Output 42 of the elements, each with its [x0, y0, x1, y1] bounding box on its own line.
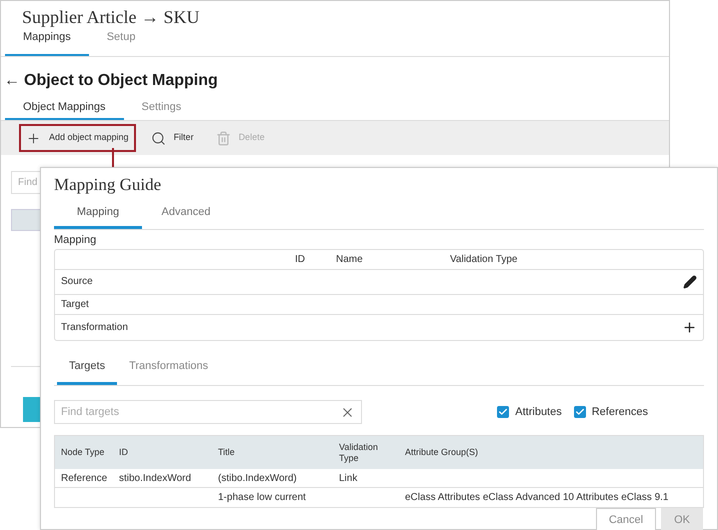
search-icon [150, 130, 166, 146]
table-cell: stibo.IndexWord [119, 472, 192, 484]
row-label: Source [61, 275, 93, 289]
plus-icon[interactable] [682, 320, 697, 334]
table-cell: Reference [61, 472, 108, 484]
checkbox[interactable] [497, 406, 510, 418]
cancel-button[interactable]: Cancel [596, 508, 656, 530]
checkbox[interactable] [574, 406, 586, 418]
trash-icon [216, 130, 231, 146]
tab[interactable]: Transformations [117, 358, 220, 385]
row-label: Transformation [61, 320, 128, 334]
page-title: Object to Object Mapping [24, 70, 218, 90]
tab[interactable]: Mappings [5, 28, 89, 56]
plus-icon [26, 130, 41, 146]
column-header: ID [295, 252, 306, 266]
column-header: Node Type [61, 447, 106, 458]
window-title: Supplier Article → SKU [21, 6, 200, 28]
tab[interactable]: Mapping [54, 204, 142, 229]
table-cell: eClass Attributes eClass Advanced 10 Attributes eClass 9.1 [405, 492, 668, 503]
column-header: Name [336, 252, 364, 266]
section-label: Mapping [54, 233, 98, 248]
dialog-title: Mapping Guide [54, 174, 162, 196]
table-cell: 1-phase low current [218, 492, 306, 503]
column-header: Title [218, 447, 236, 458]
toolbar-button[interactable]: Add object mapping [19, 124, 136, 152]
table-cell: (stibo.IndexWord) [218, 472, 297, 484]
checkbox-label: References [592, 404, 648, 420]
column-header: Validation Type [450, 252, 518, 266]
row-label: Target [61, 298, 89, 312]
tab[interactable]: Targets [57, 358, 118, 385]
edit-icon[interactable] [683, 274, 697, 288]
tab[interactable]: Advanced [142, 204, 230, 229]
column-header: Validation Type [339, 442, 379, 464]
checkbox-label: Attributes [515, 404, 562, 420]
table-cell: Link [339, 472, 358, 484]
column-header: Attribute Group(S) [405, 447, 480, 458]
toolbar-button[interactable]: Filter [144, 124, 201, 152]
back-arrow[interactable]: ← [4, 72, 20, 88]
column-header: ID [119, 447, 129, 458]
tab[interactable]: Setup [88, 28, 154, 56]
search-field[interactable]: Find targets [54, 400, 362, 424]
tab[interactable]: Settings [124, 98, 200, 120]
